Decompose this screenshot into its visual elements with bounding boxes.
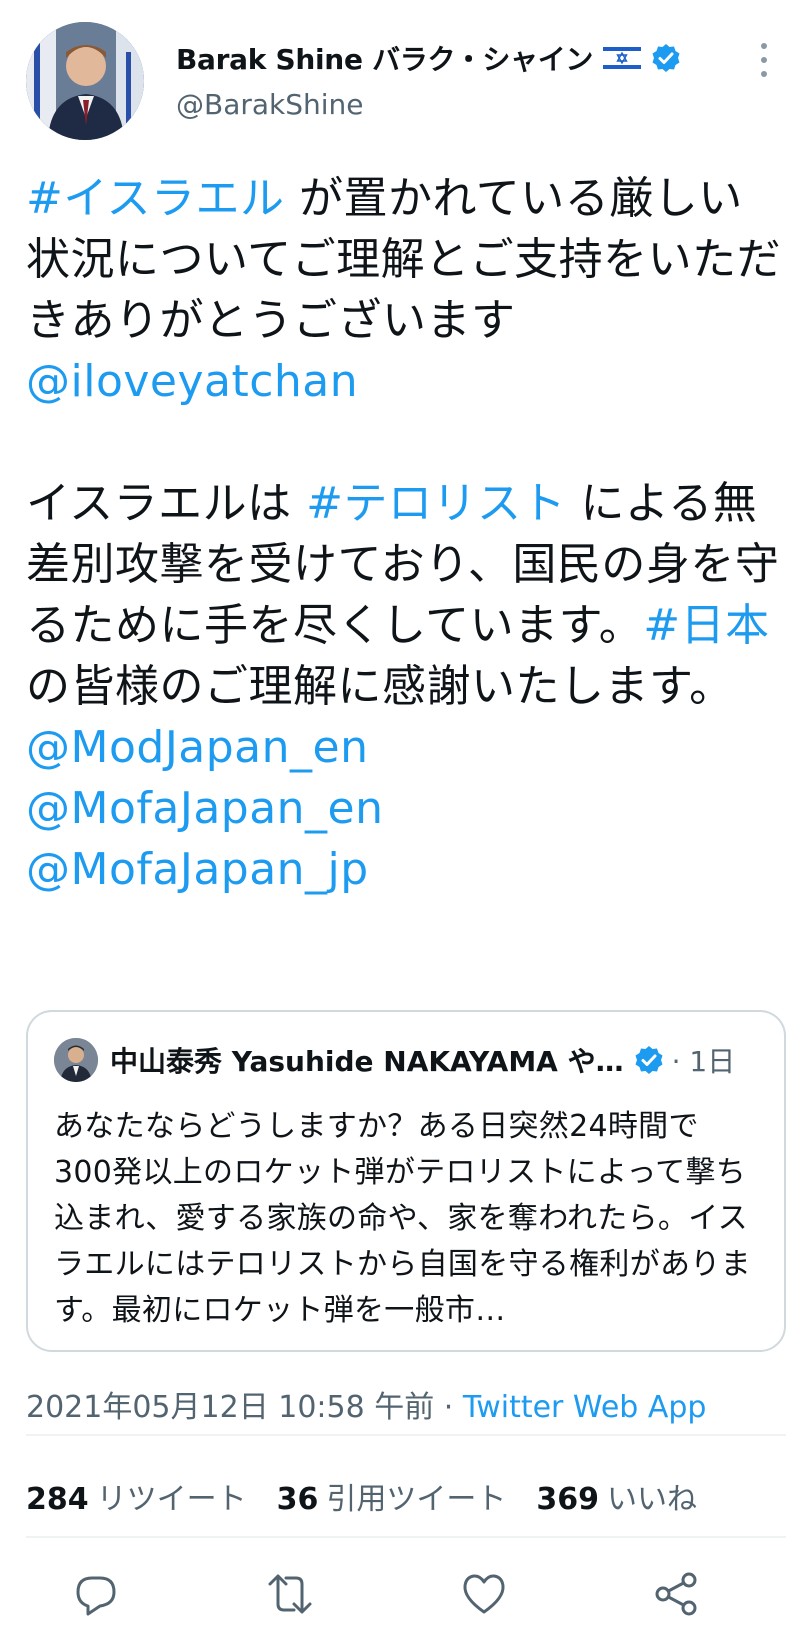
- mention-iloveyatchan[interactable]: @iloveyatchan: [26, 356, 358, 407]
- tweet-paragraph-2: イスラエルは #テロリスト による無差別攻撃を受けており、国民の身を守るために手…: [26, 473, 786, 717]
- quoted-tweet-card[interactable]: 中山泰秀 Yasuhide NAKAYAMA や… · 1日 あなたならどうしま…: [26, 1010, 786, 1352]
- mention-mofajapan-jp[interactable]: @MofaJapan_jp: [26, 844, 369, 895]
- author-avatar[interactable]: [26, 22, 144, 140]
- quotes-count: 36: [276, 1482, 319, 1517]
- tweet-header: Barak Shine バラク・シャイン @BarakShine: [26, 22, 786, 140]
- share-icon[interactable]: [652, 1570, 700, 1618]
- quoted-tweet-header: 中山泰秀 Yasuhide NAKAYAMA や… · 1日: [54, 1036, 762, 1084]
- quoted-tweet-time: · 1日: [671, 1045, 736, 1078]
- quoted-tweet-text: あなたならどうしますか？ある日突然24時間で300発以上のロケット弾がテロリスト…: [54, 1109, 751, 1328]
- author-name-row[interactable]: Barak Shine バラク・シャイン: [176, 38, 681, 78]
- author-display-name[interactable]: Barak Shine バラク・シャイン: [176, 38, 593, 78]
- hashtag-terrorist[interactable]: #テロリスト: [306, 478, 566, 529]
- mention-mofajapan-en[interactable]: @MofaJapan_en: [26, 783, 384, 834]
- tweet-text-segment: イスラエルは: [26, 478, 307, 529]
- tweet-paragraph-1: #イスラエル が置かれている厳しい状況についてご理解とご支持をいただきありがとう…: [26, 168, 786, 351]
- verified-badge-icon: [634, 1045, 664, 1075]
- retweets-stat[interactable]: 284 リツイート: [26, 1474, 247, 1518]
- retweets-count: 284: [26, 1482, 89, 1517]
- more-options-icon[interactable]: [752, 38, 776, 82]
- hashtag-japan[interactable]: #日本: [643, 600, 769, 651]
- tweet-source-link[interactable]: Twitter Web App: [463, 1390, 707, 1425]
- divider: [26, 1536, 786, 1538]
- author-handle[interactable]: @BarakShine: [176, 88, 364, 121]
- quotes-label: 引用ツイート: [326, 1482, 507, 1517]
- israel-flag-icon: [603, 44, 642, 72]
- mention-modjapan-en[interactable]: @ModJapan_en: [26, 722, 369, 773]
- tweet-body: #イスラエル が置かれている厳しい状況についてご理解とご支持をいただきありがとう…: [26, 168, 786, 900]
- timestamp-text: 2021年05月12日 10:58 午前 ·: [26, 1390, 463, 1425]
- tweet-text-segment: の皆様のご理解に感謝いたします。: [26, 661, 734, 712]
- tweet-stats: 284 リツイート 36 引用ツイート 369 いいね: [26, 1474, 697, 1518]
- quoted-author-avatar: [54, 1038, 98, 1082]
- retweet-icon[interactable]: [266, 1570, 314, 1618]
- likes-label: いいね: [607, 1482, 697, 1517]
- likes-count: 369: [536, 1482, 599, 1517]
- hashtag-israel[interactable]: #イスラエル: [26, 173, 285, 224]
- retweets-label: リツイート: [96, 1482, 247, 1517]
- tweet-timestamp: 2021年05月12日 10:58 午前 · Twitter Web App: [26, 1382, 706, 1426]
- quotes-stat[interactable]: 36 引用ツイート: [277, 1474, 507, 1518]
- like-icon[interactable]: [460, 1570, 508, 1618]
- reply-icon[interactable]: [72, 1570, 120, 1618]
- verified-badge-icon: [651, 43, 681, 73]
- divider: [26, 1434, 786, 1436]
- quoted-author-name: 中山泰秀 Yasuhide NAKAYAMA や…: [110, 1045, 624, 1078]
- tweet-actions-bar: [26, 1570, 786, 1628]
- likes-stat[interactable]: 369 いいね: [536, 1474, 697, 1518]
